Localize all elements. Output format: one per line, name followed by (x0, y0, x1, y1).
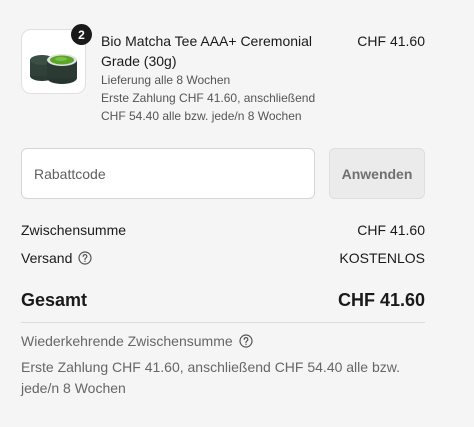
shipping-value: KOSTENLOS (339, 250, 425, 266)
total-row: Gesamt CHF 41.60 (21, 290, 425, 311)
apply-discount-button[interactable]: Anwenden (329, 148, 425, 199)
delivery-frequency: Lieferung alle 8 Wochen (101, 73, 231, 87)
payment-info-line1: Erste Zahlung CHF 41.60, anschließend (101, 91, 316, 105)
subtotal-label: Zwischensumme (21, 222, 127, 238)
quantity-badge: 2 (71, 24, 92, 45)
total-label: Gesamt (21, 290, 88, 310)
shipping-label: Versand (21, 250, 73, 266)
payment-info-line2: CHF 54.40 alle bzw. jede/n 8 Wochen (101, 109, 302, 123)
product-price: CHF 41.60 (357, 33, 425, 49)
subtotal-row: Zwischensumme CHF 41.60 (21, 222, 425, 238)
product-title: Bio Matcha Tee AAA+ Ceremonial Grade (30… (101, 33, 313, 69)
cart-line-item: 2 Bio Matcha Tee AAA+ Ceremonial Grade (… (21, 24, 425, 126)
divider (21, 322, 425, 323)
shipping-row: Versand KOSTENLOS (21, 250, 425, 266)
matcha-tin-icon (29, 53, 77, 84)
discount-code-input[interactable] (21, 148, 315, 199)
subtotal-value: CHF 41.60 (357, 222, 425, 238)
total-value: CHF 41.60 (337, 290, 425, 310)
help-icon[interactable] (78, 251, 92, 265)
recurring-subtotal-text: Erste Zahlung CHF 41.60, anschließend CH… (21, 359, 400, 396)
recurring-subtotal-heading: Wiederkehrende Zwischensumme (21, 333, 253, 349)
help-icon[interactable] (239, 334, 253, 348)
recurring-subtotal-label: Wiederkehrende Zwischensumme (21, 333, 233, 349)
